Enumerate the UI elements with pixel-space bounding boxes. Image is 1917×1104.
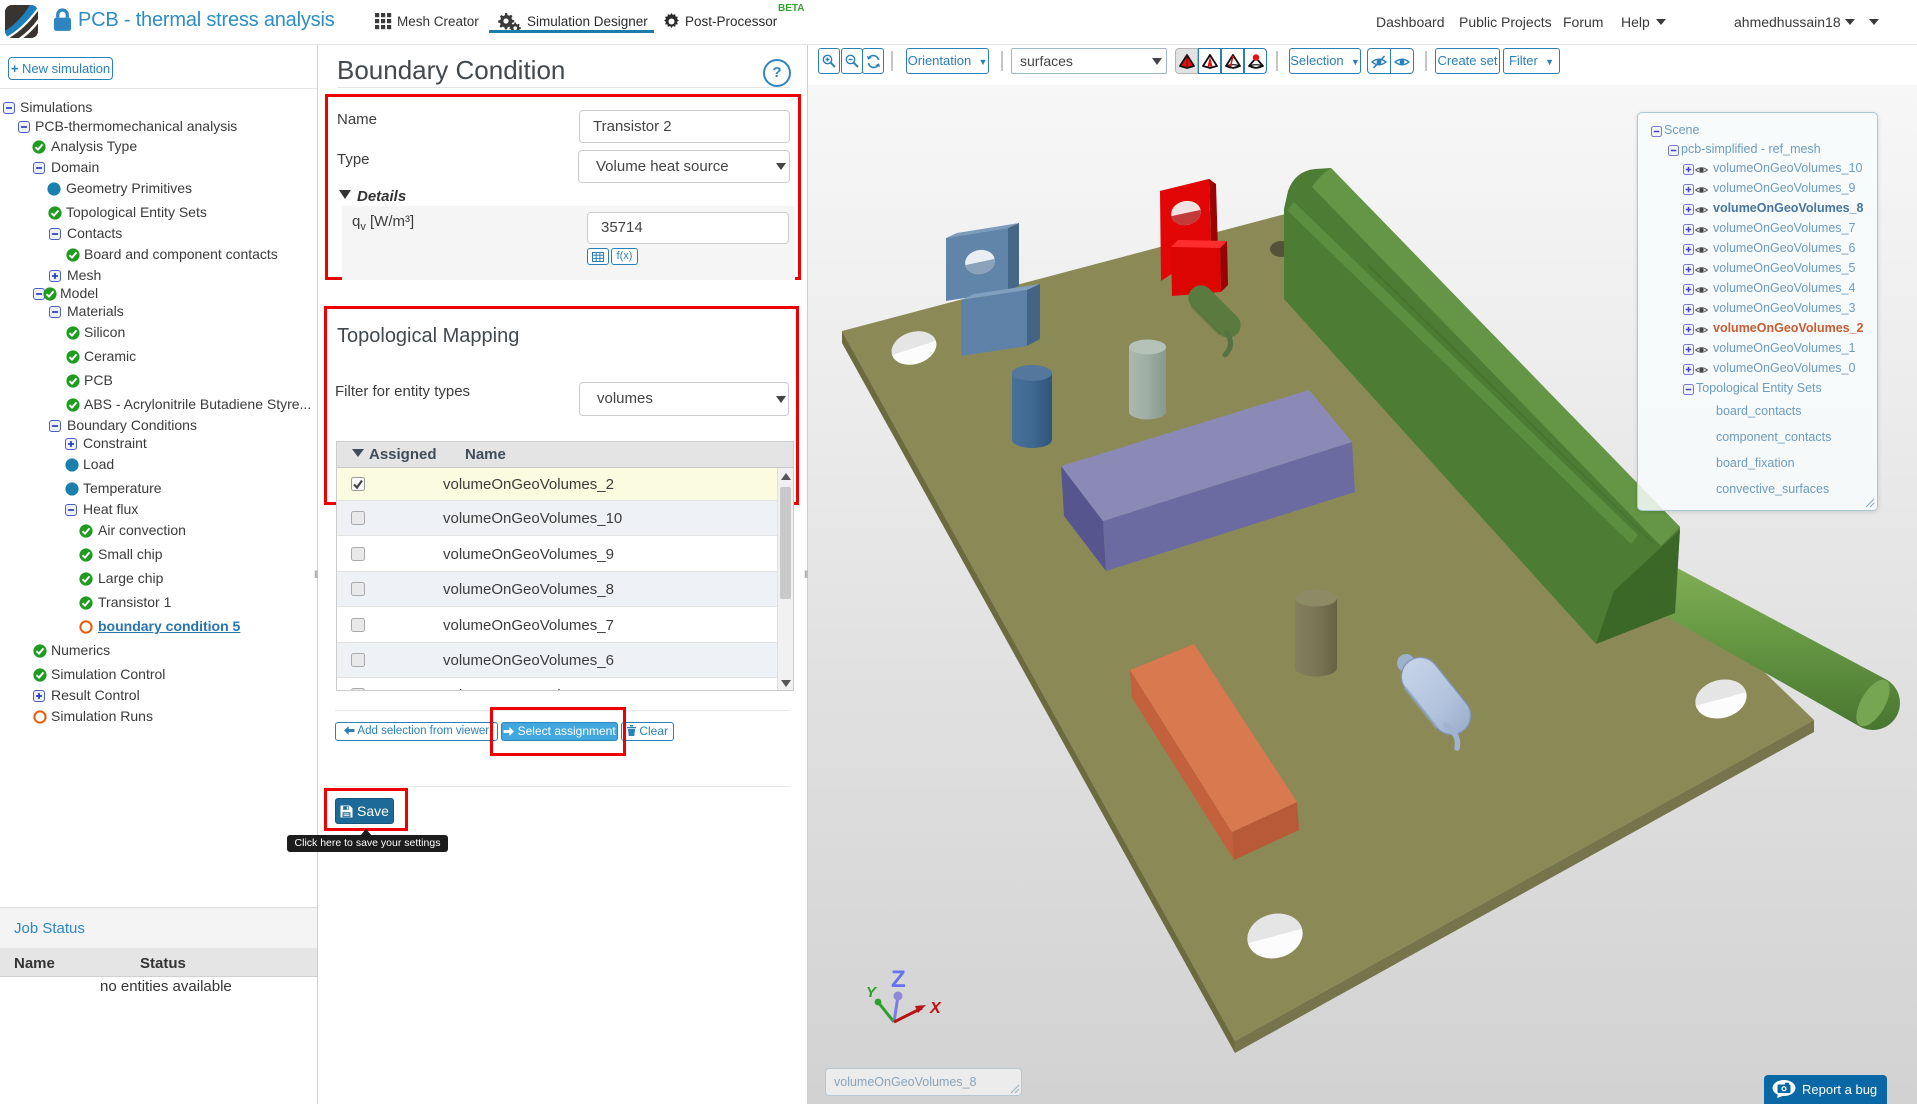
- svg-text:Z: Z: [891, 966, 906, 993]
- svg-text:Y: Y: [866, 984, 878, 1001]
- svg-text:X: X: [929, 1000, 942, 1017]
